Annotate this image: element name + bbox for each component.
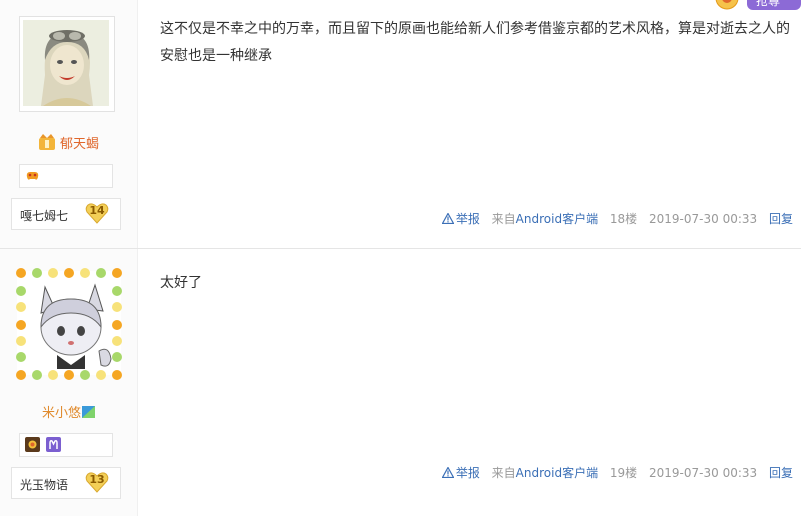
- game-badge-icon[interactable]: [25, 168, 40, 183]
- aries-badge-icon[interactable]: [46, 437, 61, 452]
- floor-number: 18楼: [609, 212, 638, 226]
- report-link[interactable]: 举报: [441, 212, 480, 226]
- report-link[interactable]: 举报: [441, 466, 480, 480]
- level-badge[interactable]: 光玉物语 13: [11, 467, 121, 499]
- avatar[interactable]: [19, 16, 115, 112]
- badge-bar: [19, 164, 113, 188]
- author-panel: 米小悠 光玉物语 13: [0, 249, 138, 516]
- post-floor-18: 郁天蝎 嘎七姆七 14 这不仅是不幸之中的万幸，而且留下的原画也能给新人们参考借…: [0, 0, 801, 248]
- vip-flag-icon: [82, 406, 95, 418]
- username[interactable]: 米小悠: [0, 402, 137, 421]
- client-info: 来自Android客户端: [492, 466, 598, 480]
- floor-number: 19楼: [609, 466, 638, 480]
- level-name: 光玉物语: [20, 478, 69, 492]
- post-content: 太好了: [160, 275, 202, 291]
- level-number: 13: [89, 473, 105, 486]
- warning-icon: [441, 213, 454, 224]
- warning-icon: [441, 467, 454, 478]
- post-time: 2019-07-30 00:33: [649, 212, 758, 226]
- post-floor-19: 米小悠 光玉物语 13 太好了 举报 来自Android客户端 19楼 2019…: [0, 248, 801, 516]
- post-content: 这不仅是不幸之中的万幸，而且留下的原画也能给新人们参考借鉴京都的艺术风格，算是对…: [160, 21, 790, 64]
- level-number: 14: [89, 204, 105, 217]
- reply-link[interactable]: 回复: [769, 466, 793, 480]
- author-panel: 郁天蝎 嘎七姆七 14: [0, 0, 138, 248]
- badge-bar: [19, 433, 113, 457]
- avatar[interactable]: [16, 268, 122, 380]
- client-prefix: 来自: [491, 212, 516, 226]
- report-label: 举报: [455, 212, 480, 226]
- sun-badge-icon[interactable]: [25, 437, 40, 452]
- post-tail: 举报 来自Android客户端 19楼 2019-07-30 00:33 回复: [441, 464, 793, 481]
- client-link[interactable]: Android客户端: [516, 466, 598, 480]
- client-info: 来自Android客户端: [492, 212, 598, 226]
- post-tail: 举报 来自Android客户端 18楼 2019-07-30 00:33 回复: [441, 210, 793, 227]
- username[interactable]: 郁天蝎: [0, 133, 137, 152]
- vip-crown-icon: [38, 134, 55, 150]
- report-label: 举报: [455, 466, 480, 480]
- client-link[interactable]: Android客户端: [516, 212, 598, 226]
- post-time: 2019-07-30 00:33: [649, 466, 758, 480]
- level-name: 嘎七姆七: [20, 209, 69, 223]
- level-badge[interactable]: 嘎七姆七 14: [11, 198, 121, 230]
- reply-link[interactable]: 回复: [769, 212, 793, 226]
- client-prefix: 来自: [491, 466, 516, 480]
